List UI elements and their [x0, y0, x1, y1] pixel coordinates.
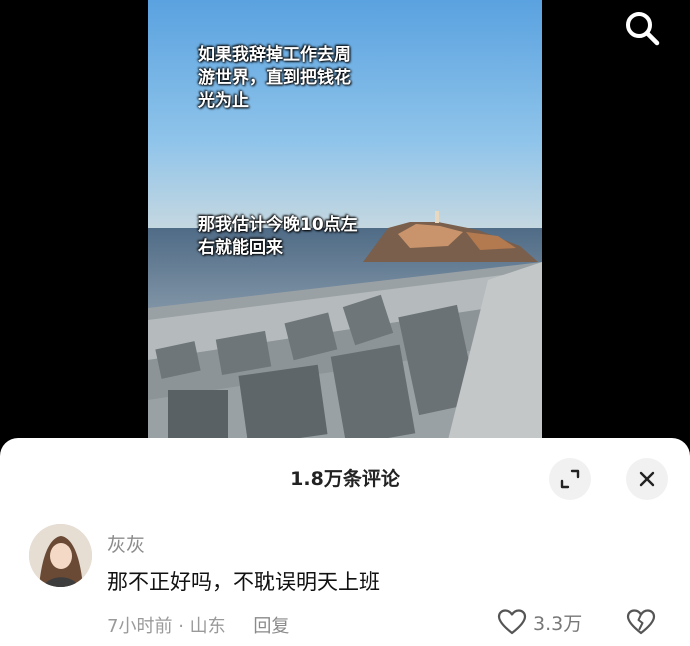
comment-time: 7小时前 [107, 616, 173, 637]
dislike-button[interactable] [625, 608, 657, 640]
comment-meta: 7小时前 · 山东 回复 [107, 612, 289, 638]
comments-panel: 1.8万条评论 灰灰 那不正好吗，不耽误明天上班 7小时前 · 山东 回复 3.… [0, 438, 690, 646]
comment-location: 山东 [189, 616, 226, 637]
close-button[interactable] [626, 458, 668, 500]
avatar[interactable] [29, 524, 92, 587]
meta-separator: · [178, 616, 184, 637]
expand-icon [560, 469, 580, 489]
like-button[interactable]: 3.3万 [497, 608, 582, 636]
broken-heart-icon [626, 609, 656, 635]
comment-username[interactable]: 灰灰 [107, 530, 145, 557]
video-player[interactable]: 如果我辞掉工作去周 游世界，直到把钱花 光为止 那我估计今晚10点左 右就能回来 [148, 0, 542, 440]
close-icon [639, 471, 655, 487]
video-caption-middle: 那我估计今晚10点左 右就能回来 [198, 215, 358, 258]
search-icon[interactable] [622, 8, 662, 48]
like-count: 3.3万 [533, 612, 583, 635]
comment-text: 那不正好吗，不耽误明天上班 [107, 570, 380, 594]
reply-button[interactable]: 回复 [253, 616, 289, 637]
heart-icon [497, 609, 527, 635]
expand-button[interactable] [549, 458, 591, 500]
video-caption-top: 如果我辞掉工作去周 游世界，直到把钱花 光为止 [198, 45, 351, 111]
